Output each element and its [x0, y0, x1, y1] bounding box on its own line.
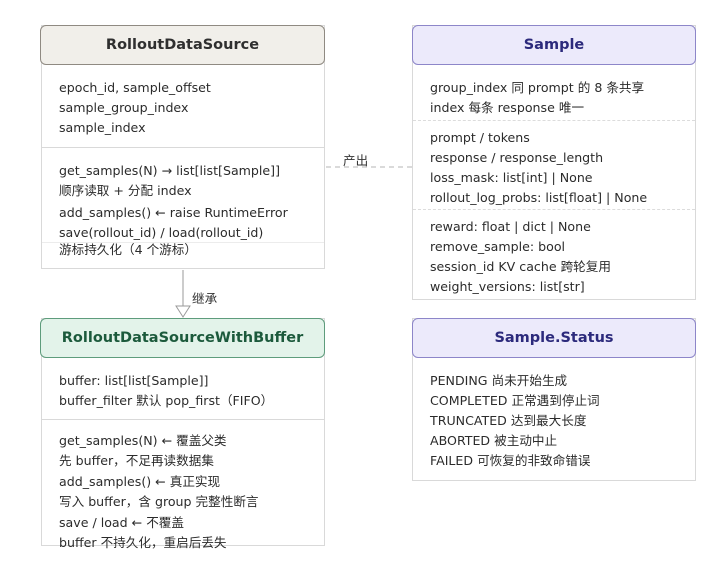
sample-field-line: weight_versions: list[str] — [430, 279, 585, 294]
sample-field-line: group_index 同 prompt 的 8 条共享 — [430, 80, 645, 95]
sample-meta-section: reward: float | dict | None remove_sampl… — [413, 217, 695, 297]
field-line: buffer: list[list[Sample]] — [59, 373, 209, 388]
buffer-source-header: RolloutDataSourceWithBuffer — [40, 318, 325, 358]
sample-status-header: Sample.Status — [412, 318, 696, 358]
section-divider — [42, 147, 324, 148]
status-item: FAILED 可恢复的非致命错误 — [430, 453, 591, 468]
method-line: 顺序读取 + 分配 index — [59, 183, 192, 198]
sample-card: group_index 同 prompt 的 8 条共享 index 每条 re… — [412, 25, 696, 300]
field-line: sample_index — [59, 120, 146, 135]
field-line: buffer_filter 默认 pop_first（FIFO） — [59, 393, 274, 408]
buffer-source-methods: get_samples(N) ← 覆盖父类 先 buffer，不足再读数据集 a… — [42, 431, 324, 553]
method-line: add_samples() ← 真正实现 — [59, 474, 221, 489]
method-line: 游标持久化（4 个游标） — [59, 242, 197, 257]
rollout-data-source-fields: epoch_id, sample_offset sample_group_ind… — [42, 78, 324, 138]
buffer-source-fields: buffer: list[list[Sample]] buffer_filter… — [42, 371, 324, 411]
sample-field-line: rollout_log_probs: list[float] | None — [430, 190, 648, 205]
produces-label: 产出 — [343, 153, 369, 168]
rollout-data-source-header: RolloutDataSource — [40, 25, 325, 65]
method-line: save / load ← 不覆盖 — [59, 515, 184, 530]
method-line: buffer 不持久化，重启后丢失 — [59, 535, 227, 550]
rollout-data-source-persist: 游标持久化（4 个游标） — [42, 240, 324, 260]
sample-field-line: loss_mask: list[int] | None — [430, 170, 593, 185]
field-line: sample_group_index — [59, 100, 189, 115]
method-line: 写入 buffer，含 group 完整性断言 — [59, 494, 259, 509]
field-line: epoch_id, sample_offset — [59, 80, 211, 95]
sample-field-line: reward: float | dict | None — [430, 219, 591, 234]
rollout-data-source-methods: get_samples(N) → list[list[Sample]] 顺序读取… — [42, 161, 324, 243]
section-divider — [413, 209, 695, 210]
method-line: get_samples(N) ← 覆盖父类 — [59, 433, 227, 448]
sample-field-line: index 每条 response 唯一 — [430, 100, 585, 115]
inherits-label: 继承 — [192, 291, 218, 306]
sample-field-line: response / response_length — [430, 150, 604, 165]
status-item: COMPLETED 正常遇到停止词 — [430, 393, 600, 408]
sample-status-items: PENDING 尚未开始生成 COMPLETED 正常遇到停止词 TRUNCAT… — [413, 371, 695, 471]
section-divider — [42, 419, 324, 420]
sample-field-line: remove_sample: bool — [430, 239, 566, 254]
inherits-arrowhead — [175, 305, 191, 318]
method-line: add_samples() ← raise RuntimeError — [59, 205, 288, 220]
status-item: PENDING 尚未开始生成 — [430, 373, 568, 388]
sample-content-section: prompt / tokens response / response_leng… — [413, 128, 695, 208]
sample-identity-section: group_index 同 prompt 的 8 条共享 index 每条 re… — [413, 78, 695, 118]
sample-field-line: prompt / tokens — [430, 130, 530, 145]
sample-header: Sample — [412, 25, 696, 65]
sample-field-line: session_id KV cache 跨轮复用 — [430, 259, 611, 274]
method-line: 先 buffer，不足再读数据集 — [59, 453, 214, 468]
method-line: get_samples(N) → list[list[Sample]] — [59, 163, 280, 178]
status-item: TRUNCATED 达到最大长度 — [430, 413, 587, 428]
status-item: ABORTED 被主动中止 — [430, 433, 558, 448]
section-divider — [413, 120, 695, 121]
